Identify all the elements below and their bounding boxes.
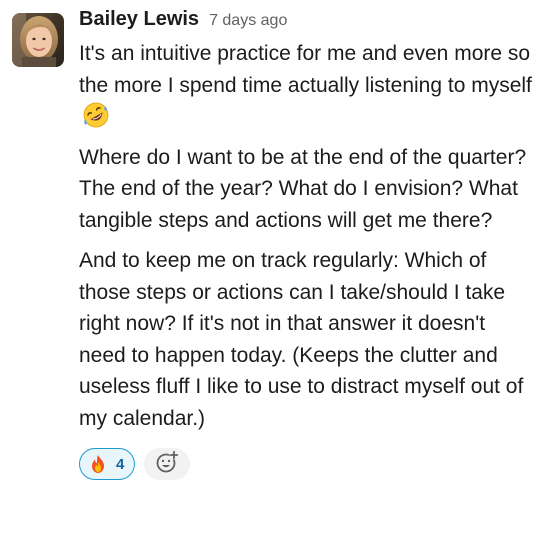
message-content: Bailey Lewis 7 days ago It's an intuitiv… bbox=[79, 8, 534, 480]
reaction-fire[interactable]: 4 bbox=[79, 448, 136, 480]
avatar[interactable] bbox=[12, 13, 64, 67]
add-reaction-button[interactable] bbox=[144, 448, 191, 480]
author-name[interactable]: Bailey Lewis bbox=[79, 8, 199, 31]
message: Bailey Lewis 7 days ago It's an intuitiv… bbox=[0, 0, 541, 545]
message-paragraph-1: It's an intuitive practice for me and ev… bbox=[79, 38, 534, 133]
fire-emoji-icon bbox=[88, 454, 108, 474]
avatar-photo bbox=[12, 13, 64, 67]
reactions-bar: 4 bbox=[79, 448, 534, 480]
rolling-on-floor-laughing-emoji-icon bbox=[83, 102, 109, 128]
add-reaction-icon bbox=[155, 450, 179, 479]
message-timestamp[interactable]: 7 days ago bbox=[209, 12, 287, 30]
message-paragraph-3: And to keep me on track regularly: Which… bbox=[79, 249, 524, 430]
message-paragraph-2: Where do I want to be at the end of the … bbox=[79, 145, 527, 232]
message-header: Bailey Lewis 7 days ago bbox=[79, 8, 534, 38]
paragraph-1-text: It's an intuitive practice for me and ev… bbox=[79, 42, 532, 97]
reaction-count: 4 bbox=[116, 455, 125, 473]
